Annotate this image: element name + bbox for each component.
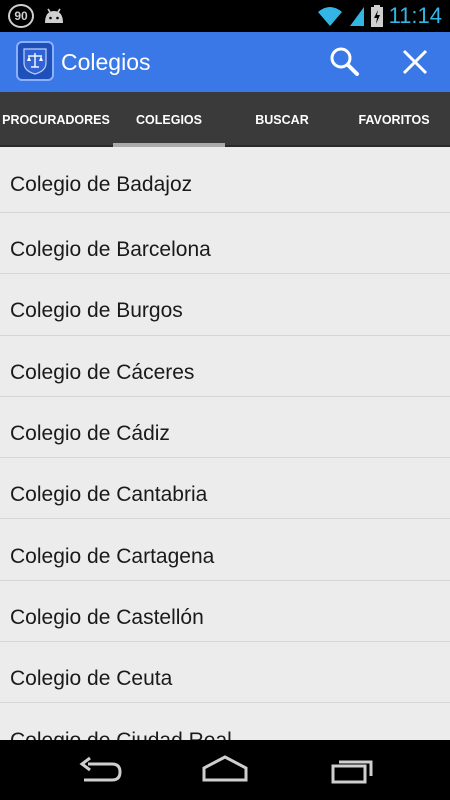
- search-icon: [330, 47, 359, 76]
- search-button[interactable]: [327, 44, 363, 80]
- action-bar: Colegios: [0, 32, 450, 92]
- wifi-icon: [317, 7, 342, 26]
- navigation-bar: [0, 740, 450, 800]
- back-button[interactable]: [76, 754, 124, 786]
- tab-favoritos[interactable]: FAVORITOS: [338, 92, 450, 147]
- app-logo-icon[interactable]: [16, 41, 54, 81]
- page-title: Colegios: [61, 49, 151, 75]
- list-item[interactable]: Colegio de Ceuta: [0, 642, 450, 704]
- battery-icon: [370, 5, 383, 27]
- list-item[interactable]: Colegio de Cáceres: [0, 336, 450, 397]
- tab-bar: PROCURADORES COLEGIOS BUSCAR FAVORITOS: [0, 92, 450, 147]
- notification-badge: 90: [8, 4, 34, 28]
- back-icon: [79, 756, 122, 782]
- list-item[interactable]: Colegio de Cádiz: [0, 397, 450, 459]
- close-button[interactable]: [397, 44, 433, 80]
- tab-buscar[interactable]: BUSCAR: [226, 92, 338, 147]
- android-icon: [45, 8, 63, 23]
- list-item[interactable]: Colegio de Badajoz: [0, 147, 450, 213]
- status-clock: 11:14: [388, 3, 442, 28]
- colegios-list[interactable]: Colegio de Badajoz Colegio de Barcelona …: [0, 147, 450, 740]
- home-icon: [202, 755, 248, 782]
- recent-apps-button[interactable]: [329, 754, 377, 786]
- home-button[interactable]: [201, 754, 249, 786]
- recent-apps-icon: [331, 760, 373, 784]
- list-item[interactable]: Colegio de Ciudad Real: [0, 703, 450, 740]
- tab-colegios[interactable]: COLEGIOS: [113, 92, 225, 147]
- list-item[interactable]: Colegio de Barcelona: [0, 213, 450, 275]
- tab-procuradores[interactable]: PROCURADORES: [0, 92, 112, 147]
- close-icon: [402, 49, 428, 75]
- list-item[interactable]: Colegio de Burgos: [0, 274, 450, 336]
- list-item[interactable]: Colegio de Cartagena: [0, 519, 450, 581]
- status-bar: 90 11:14: [0, 0, 450, 32]
- signal-icon: [349, 7, 364, 26]
- list-item[interactable]: Colegio de Castellón: [0, 581, 450, 643]
- list-item[interactable]: Colegio de Cantabria: [0, 458, 450, 520]
